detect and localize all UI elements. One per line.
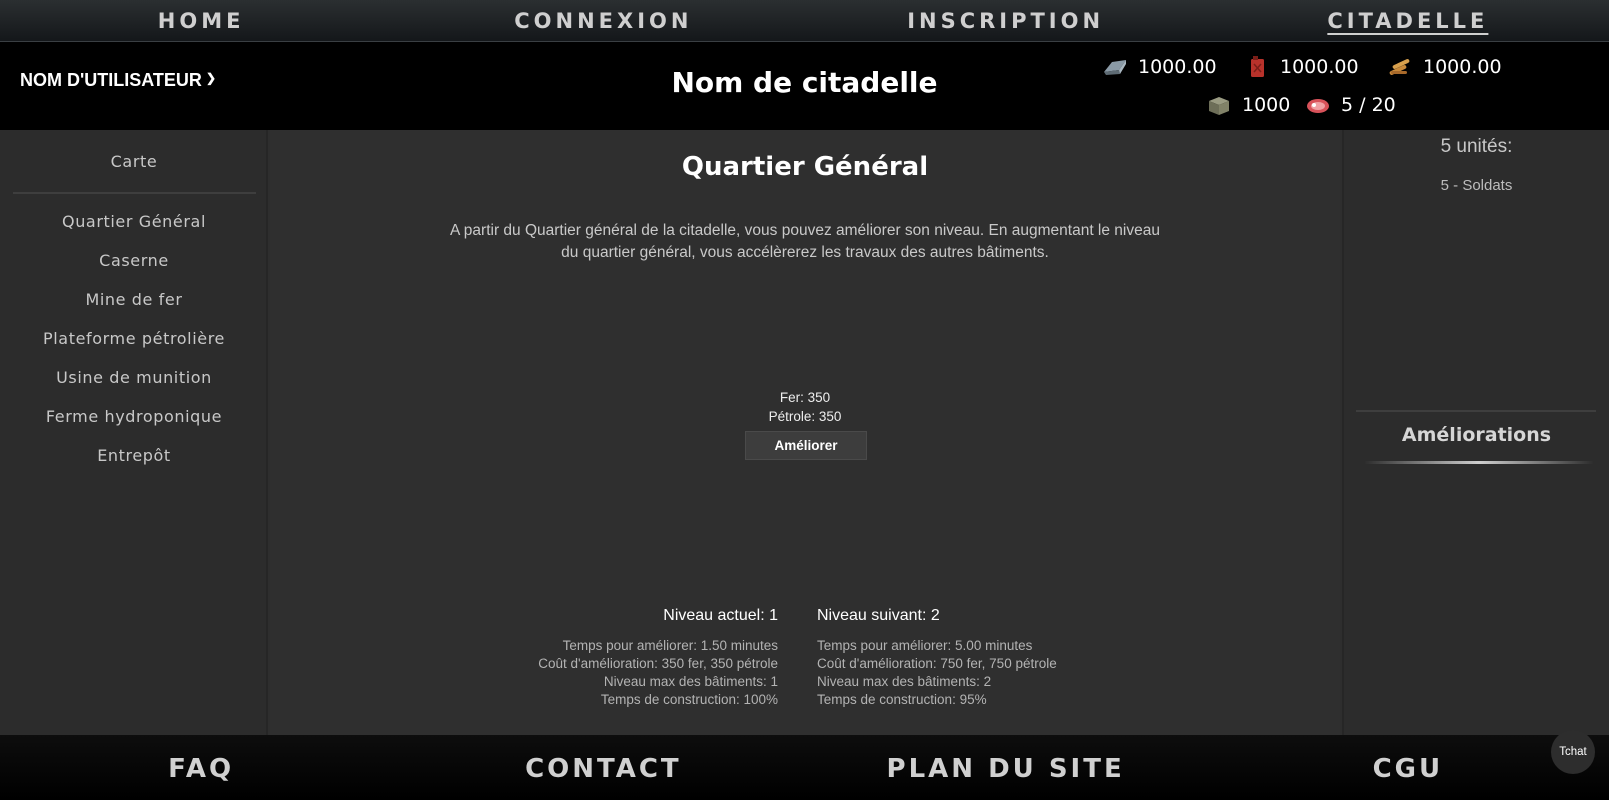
- next-level-title: Niveau suivant: 2: [817, 607, 940, 624]
- current-level-panel: Niveau actuel: 1 Temps pour améliorer: 1…: [538, 607, 778, 709]
- footer-cgu[interactable]: CGU: [1207, 735, 1609, 800]
- next-level-line: Niveau max des bâtiments: 2: [817, 674, 992, 689]
- main-content: Quartier Général A partir du Quartier gé…: [270, 130, 1340, 735]
- user-menu[interactable]: NOM D'UTILISATEUR ❯: [20, 70, 216, 91]
- current-level-title: Niveau actuel: 1: [663, 607, 778, 624]
- sidebar-divider: [13, 192, 256, 194]
- building-description: A partir du Quartier général de la citad…: [450, 222, 1160, 261]
- sidebar-item-warehouse[interactable]: Entrepôt: [0, 447, 268, 486]
- food-amount: 5 / 20: [1341, 94, 1396, 116]
- nav-home[interactable]: HOME: [0, 0, 402, 41]
- building-sidebar: Carte Quartier Général Caserne Mine de f…: [0, 130, 268, 735]
- current-level-line: Temps de construction: 100%: [600, 692, 778, 707]
- next-level-panel: Niveau suivant: 2 Temps pour améliorer: …: [817, 607, 1057, 709]
- cost-oil: Pétrole: 350: [768, 409, 842, 424]
- storage-amount: 1000: [1242, 94, 1291, 116]
- sidebar-item-headquarters[interactable]: Quartier Général: [0, 213, 268, 252]
- nav-connexion[interactable]: CONNEXION: [402, 0, 804, 41]
- username: NOM D'UTILISATEUR: [20, 70, 202, 90]
- resource-food: 5 / 20: [1305, 94, 1396, 116]
- iron-ingot-icon: [1104, 60, 1126, 75]
- sidebar-item-map[interactable]: Carte: [0, 152, 268, 171]
- resource-ammo: 1000.00: [1387, 56, 1502, 78]
- next-level-line: Temps pour améliorer: 5.00 minutes: [817, 638, 1033, 653]
- ammunition-icon: [1389, 59, 1410, 75]
- sidebar-item-ammo-factory[interactable]: Usine de munition: [0, 369, 268, 408]
- units-sidebar: 5 unités: 5 - Soldats Améliorations: [1342, 130, 1609, 735]
- upgrade-button[interactable]: Améliorer: [745, 431, 867, 460]
- oil-amount: 1000.00: [1280, 56, 1359, 78]
- footer-contact[interactable]: CONTACT: [402, 735, 804, 800]
- footer-faq[interactable]: FAQ: [0, 735, 402, 800]
- units-title: 5 unités:: [1440, 136, 1513, 157]
- chat-button[interactable]: Tchat: [1551, 730, 1595, 774]
- rightbar-divider: [1356, 410, 1596, 412]
- current-level-line: Niveau max des bâtiments: 1: [603, 674, 778, 689]
- page-title: Quartier Général: [681, 152, 929, 182]
- game-header: NOM D'UTILISATEUR ❯ Nom de citadelle 100…: [0, 42, 1609, 130]
- steak-icon: [1307, 99, 1329, 113]
- sidebar-item-barracks[interactable]: Caserne: [0, 252, 268, 291]
- crate-icon: [1209, 97, 1229, 115]
- upgrades-underline: [1364, 461, 1594, 464]
- footer: FAQ CONTACT PLAN DU SITE CGU: [0, 735, 1609, 800]
- iron-amount: 1000.00: [1138, 56, 1217, 78]
- resource-storage: 1000: [1206, 94, 1290, 116]
- unit-entry: 5 - Soldats: [1440, 177, 1513, 194]
- ammo-amount: 1000.00: [1423, 56, 1502, 78]
- sidebar-item-oil-platform[interactable]: Plateforme pétrolière: [0, 330, 268, 369]
- chevron-down-icon: ❯: [205, 70, 216, 85]
- next-level-line: Coût d'amélioration: 750 fer, 750 pétrol…: [817, 656, 1057, 671]
- next-level-line: Temps de construction: 95%: [817, 692, 987, 707]
- nav-inscription[interactable]: INSCRIPTION: [805, 0, 1207, 41]
- building-list: Quartier Général Caserne Mine de fer Pla…: [0, 213, 268, 486]
- footer-sitemap[interactable]: PLAN DU SITE: [805, 735, 1207, 800]
- jerrycan-icon: [1251, 56, 1264, 77]
- resource-oil: 1000.00: [1244, 56, 1359, 78]
- top-nav: HOME CONNEXION INSCRIPTION CITADELLE: [0, 0, 1609, 42]
- upgrade-cost: Fer: 350 Pétrole: 350: [270, 388, 1340, 426]
- resource-iron: 1000.00: [1102, 56, 1217, 78]
- current-level-line: Temps pour améliorer: 1.50 minutes: [562, 638, 778, 653]
- current-level-line: Coût d'amélioration: 350 fer, 350 pétrol…: [538, 656, 778, 671]
- upgrades-title[interactable]: Améliorations: [1344, 424, 1609, 446]
- cost-iron: Fer: 350: [779, 390, 831, 405]
- sidebar-item-iron-mine[interactable]: Mine de fer: [0, 291, 268, 330]
- sidebar-item-hydroponic-farm[interactable]: Ferme hydroponique: [0, 408, 268, 447]
- nav-citadelle[interactable]: CITADELLE: [1207, 0, 1609, 41]
